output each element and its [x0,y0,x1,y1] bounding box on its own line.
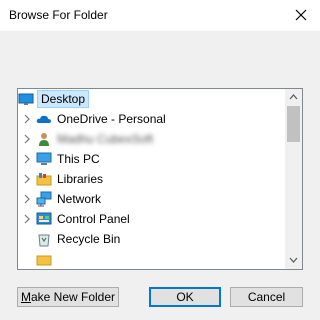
control-panel-icon [36,212,52,225]
chevron-right-icon[interactable] [22,194,32,204]
tree-item-label: Libraries [57,172,104,186]
chevron-down-icon[interactable] [289,257,298,263]
tree-item-partial[interactable] [18,249,286,269]
button-label: ake New Folder [30,290,116,304]
tree-item-label: OneDrive - Personal [57,112,166,126]
make-new-folder-button[interactable]: Make New Folder [17,287,119,307]
close-button[interactable] [284,0,320,31]
tree-item-label: Network [57,192,102,206]
tree-item-user-folder[interactable]: Madhu CubexSoft [18,129,286,149]
tree-item-label: This PC [57,152,100,166]
mnemonic-letter: M [20,290,31,304]
vertical-scrollbar[interactable] [285,89,302,269]
tree-item-label: Recycle Bin [57,232,121,246]
window-title: Browse For Folder [9,8,108,22]
chevron-right-icon[interactable] [22,114,32,124]
onedrive-cloud-icon [36,115,51,123]
chevron-right-icon[interactable] [22,154,32,164]
chevron-right-icon[interactable] [22,214,32,224]
user-folder-icon [39,133,49,146]
tree-item-label: Madhu CubexSoft [57,132,154,146]
title-bar[interactable]: Browse For Folder [0,0,320,31]
chevron-right-icon[interactable] [22,174,32,184]
tree-item-recycle-bin[interactable]: Recycle Bin [18,229,286,249]
recycle-bin-icon [38,234,50,247]
tree-item-desktop[interactable]: Desktop [18,89,286,109]
folder-icon [36,255,52,266]
tree-item-control-panel[interactable]: Control Panel [18,209,286,229]
tree-item-network[interactable]: Network [18,189,286,209]
close-icon [295,9,307,21]
browse-for-folder-dialog: Browse For Folder Desktop OneDrive - Per… [0,0,320,320]
chevron-right-icon[interactable] [22,134,32,144]
scrollbar-thumb[interactable] [287,106,300,142]
folder-tree[interactable]: Desktop OneDrive - Personal Madhu CubexS… [17,88,303,270]
tree-item-libraries[interactable]: Libraries [18,169,286,189]
chevron-up-icon[interactable] [289,94,298,100]
libraries-icon [36,173,52,186]
tree-item-label: Control Panel [57,212,130,226]
desktop-icon [18,93,34,105]
tree-item-onedrive[interactable]: OneDrive - Personal [18,109,286,129]
network-icon [36,191,52,207]
tree-item-this-pc[interactable]: This PC [18,149,286,169]
this-pc-icon [36,152,52,165]
tree-item-label: Desktop [37,90,90,108]
ok-button[interactable]: OK [149,287,221,307]
cancel-button[interactable]: Cancel [230,287,303,307]
